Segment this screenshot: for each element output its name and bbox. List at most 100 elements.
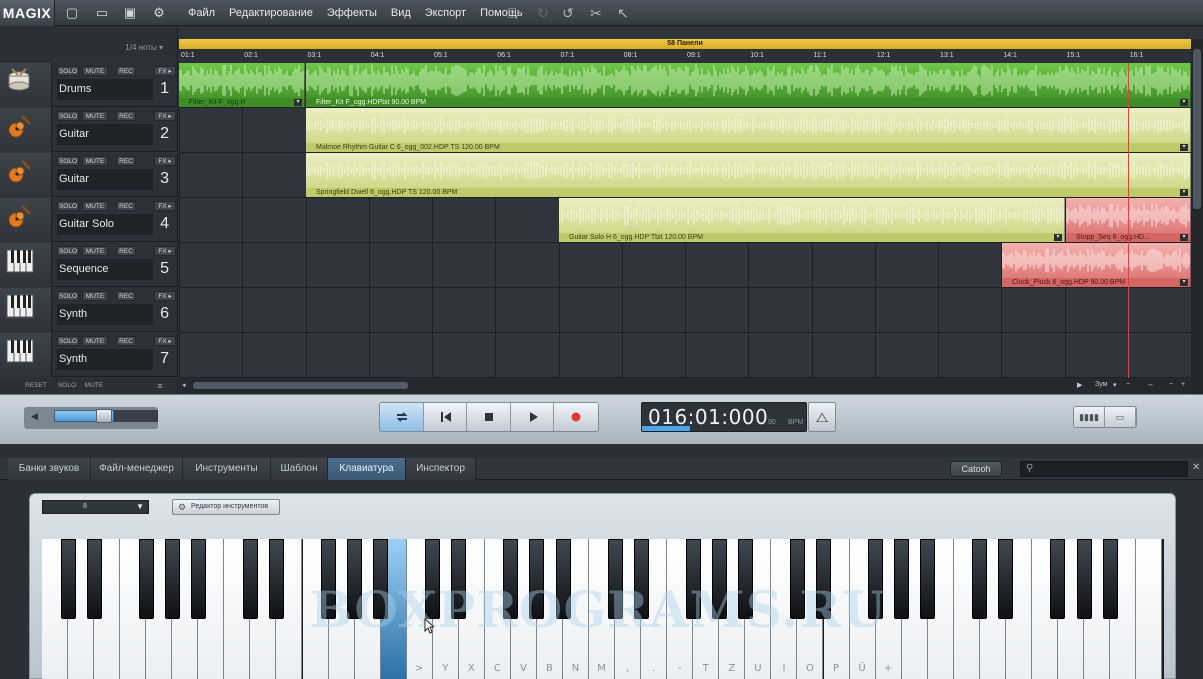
menu-effects[interactable]: Эффекты: [320, 0, 384, 26]
solo-button[interactable]: SOLO: [57, 336, 79, 346]
record-arm-button[interactable]: REC: [116, 66, 136, 76]
piano-black-key[interactable]: [321, 539, 337, 619]
track-name[interactable]: Guitar: [57, 124, 153, 145]
guitar-icon[interactable]: [0, 198, 52, 242]
track-header[interactable]: SOLO MUTE REC FX ▸ Drums 1: [0, 63, 178, 107]
clip-menu-icon[interactable]: ▾: [1180, 189, 1188, 196]
fx-button[interactable]: FX ▸: [154, 156, 176, 166]
redo-icon[interactable]: ↺: [562, 3, 574, 23]
record-arm-button[interactable]: REC: [116, 291, 136, 301]
new-file-icon[interactable]: ▢: [63, 4, 81, 22]
piano-black-key[interactable]: [190, 539, 206, 619]
timeline-ruler[interactable]: 58 Панели 01:1 02:1 03:1 04:1 05:1 06:1 07:1 08…: [179, 39, 1191, 63]
search-input[interactable]: ⚲: [1020, 461, 1188, 477]
menu-export[interactable]: Экспорт: [418, 0, 473, 26]
solo-all-button[interactable]: SOLO: [56, 381, 78, 391]
stop-button[interactable]: [467, 403, 511, 431]
solo-button[interactable]: SOLO: [57, 156, 79, 166]
vertical-scrollbar[interactable]: [1191, 39, 1203, 394]
piano-black-key[interactable]: [529, 539, 545, 619]
record-arm-button[interactable]: REC: [116, 246, 136, 256]
piano-black-key[interactable]: [1076, 539, 1092, 619]
tab-keyboard[interactable]: Клавиатура: [328, 458, 406, 480]
record-arm-button[interactable]: REC: [116, 336, 136, 346]
guitar-icon[interactable]: [0, 153, 52, 197]
zoom-minus-icon[interactable]: −: [1169, 381, 1173, 388]
drum-icon[interactable]: [0, 63, 52, 107]
settings-icon[interactable]: ⚙: [150, 4, 168, 22]
clip-menu-icon[interactable]: ▾: [1180, 144, 1188, 151]
close-icon[interactable]: ✕: [1192, 462, 1200, 473]
piano-black-key[interactable]: [920, 539, 936, 619]
audio-clip[interactable]: Malmoe Rhythm Guitar C 6_ogg_002.HDP TS …: [306, 108, 1191, 152]
mute-button[interactable]: MUTE: [82, 246, 108, 256]
piano-icon[interactable]: [0, 243, 52, 287]
metronome-button[interactable]: ⧍: [808, 402, 836, 432]
arrange-grid[interactable]: Filter_Kit F_ogg.H ▾ Filter_Kit F_ogg.HDPb…: [179, 63, 1191, 378]
mouse-mode-icon[interactable]: ↖: [617, 3, 629, 23]
clip-menu-icon[interactable]: ▾: [1180, 279, 1188, 286]
zoom-dropdown-icon[interactable]: ▾: [1113, 381, 1117, 389]
piano-black-key[interactable]: [138, 539, 154, 619]
piano-black-key[interactable]: [737, 539, 753, 619]
fx-button[interactable]: FX ▸: [154, 111, 176, 121]
open-folder-icon[interactable]: ▭: [93, 4, 111, 22]
fx-button[interactable]: FX ▸: [154, 246, 176, 256]
piano-black-key[interactable]: [789, 539, 805, 619]
zoom-label[interactable]: Зум: [1095, 381, 1107, 388]
reset-button[interactable]: RESET: [22, 381, 50, 391]
volume-slider-knob[interactable]: [96, 409, 112, 423]
catooh-button[interactable]: Catooh: [950, 461, 1002, 477]
piano-black-key[interactable]: [60, 539, 76, 619]
scroll-left-icon[interactable]: ◂: [182, 381, 186, 389]
piano-white-key[interactable]: [1136, 539, 1163, 679]
instrument-editor-button[interactable]: ⚙ Редактор инструментов: [172, 499, 280, 515]
save-icon[interactable]: ▣: [121, 4, 139, 22]
clip-menu-icon[interactable]: ▾: [1180, 99, 1188, 106]
piano-keyboard[interactable]: > Y X C V B N M,. - T Z U I O P Ü +: [42, 539, 1164, 679]
tab-instruments[interactable]: Инструменты: [183, 458, 271, 480]
horizontal-scroll-thumb[interactable]: [193, 382, 408, 389]
help-icon[interactable]: ⍰: [508, 3, 516, 23]
collapse-arrow-icon[interactable]: ◀: [31, 411, 38, 422]
mute-button[interactable]: MUTE: [82, 111, 108, 121]
tab-template[interactable]: Шаблон: [271, 458, 328, 480]
play-button[interactable]: [510, 403, 555, 431]
play-marker-icon[interactable]: ▶: [1077, 381, 1082, 389]
track-name[interactable]: Synth: [57, 304, 153, 325]
track-header[interactable]: SOLO MUTE REC FX ▸ Synth 7: [0, 333, 178, 377]
menu-file[interactable]: Файл: [181, 0, 222, 26]
instrument-select[interactable]: 8 ▼: [42, 500, 149, 514]
audio-clip[interactable]: Guitar Solo H 6_ogg.HDP Tbit 120.00 BPM ▾: [559, 198, 1065, 242]
piano-black-key[interactable]: [816, 539, 831, 619]
fx-button[interactable]: FX ▸: [154, 291, 176, 301]
piano-black-key[interactable]: [998, 539, 1014, 619]
menu-edit[interactable]: Редактирование: [222, 0, 320, 26]
clip-menu-icon[interactable]: ▾: [1054, 234, 1062, 241]
vertical-scroll-thumb[interactable]: [1193, 49, 1201, 209]
mute-button[interactable]: MUTE: [82, 291, 108, 301]
solo-button[interactable]: SOLO: [57, 201, 79, 211]
piano-black-key[interactable]: [425, 539, 441, 619]
mute-button[interactable]: MUTE: [82, 336, 108, 346]
zoom-plus-icon[interactable]: +: [1181, 381, 1185, 388]
piano-black-key[interactable]: [268, 539, 284, 619]
piano-black-key[interactable]: [868, 539, 884, 619]
tab-file-manager[interactable]: Файл-менеджер: [91, 458, 183, 480]
record-arm-button[interactable]: REC: [116, 111, 136, 121]
clip-menu-icon[interactable]: ▾: [294, 99, 302, 106]
record-arm-button[interactable]: REC: [116, 201, 136, 211]
playhead[interactable]: [1128, 63, 1129, 378]
zoom-fit-icon[interactable]: ↔: [1147, 381, 1154, 388]
piano-black-key[interactable]: [347, 539, 363, 619]
piano-black-key[interactable]: [894, 539, 910, 619]
clip-menu-icon[interactable]: ▾: [1180, 234, 1188, 241]
menu-help[interactable]: Помощь: [473, 0, 530, 26]
time-display[interactable]: 016:01:000 90 BPM: [641, 402, 807, 432]
piano-black-key[interactable]: [972, 539, 988, 619]
audio-clip[interactable]: Clock_Pluck 6_ogg.HDP 90.00 BPM ▾: [1002, 243, 1191, 287]
track-name[interactable]: Guitar Solo: [57, 214, 153, 235]
solo-button[interactable]: SOLO: [57, 291, 79, 301]
piano-black-key[interactable]: [86, 539, 102, 619]
track-header[interactable]: SOLO MUTE REC FX ▸ Guitar 2: [0, 108, 178, 152]
